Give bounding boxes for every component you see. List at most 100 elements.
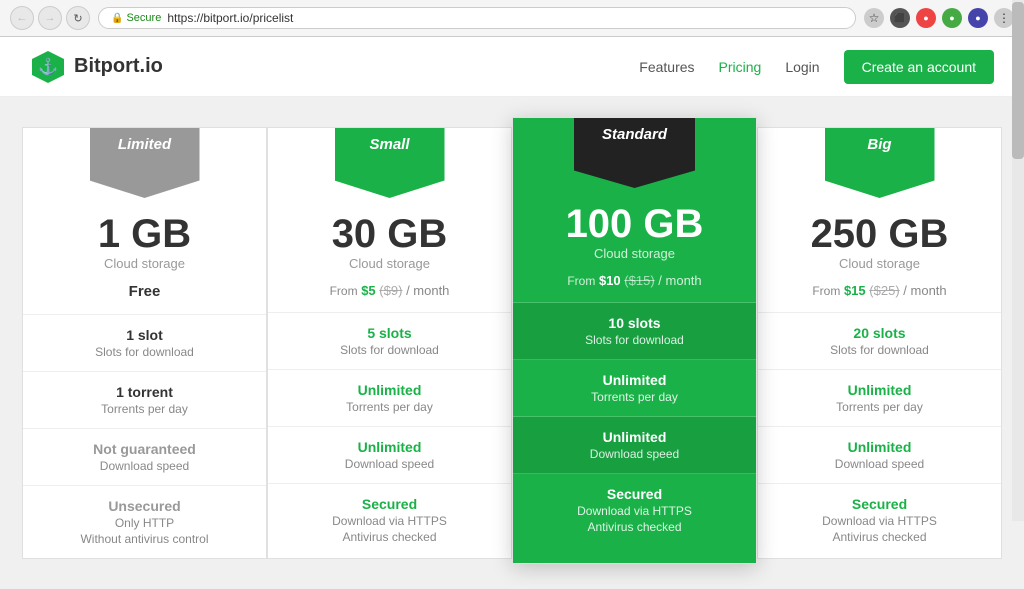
plan-big-security-sub1: Download via HTTPS <box>768 514 991 528</box>
plan-small-feature-slots: 5 slots Slots for download <box>268 313 511 370</box>
plan-standard-price: From $10 ($15) / month <box>513 265 756 303</box>
plan-limited-price-free: Free <box>129 283 161 300</box>
plan-big-speed-main: Unlimited <box>768 439 991 455</box>
browser-actions: ☆ ⬛ ● ● ● ⋮ <box>864 8 1014 28</box>
plan-small-badge: Small <box>335 128 445 198</box>
plan-standard-badge-wrap: Standard <box>513 118 756 188</box>
plan-big-feature-speed: Unlimited Download speed <box>758 427 1001 484</box>
plan-standard-price-amount: $10 <box>599 273 621 288</box>
plan-big-security-main: Secured <box>768 496 991 512</box>
plan-limited-torrents-main: 1 torrent <box>33 384 256 400</box>
plan-limited-security-sub1: Only HTTP <box>33 516 256 530</box>
plan-big-price-old-val: $25 <box>874 283 896 298</box>
browser-nav-buttons: ← → ↻ <box>10 6 90 30</box>
nav-features[interactable]: Features <box>639 59 694 75</box>
plan-small-storage-amount: 30 GB <box>278 214 501 254</box>
plan-standard-storage-amount: 100 GB <box>523 204 746 244</box>
plan-limited-security-main: Unsecured <box>33 498 256 514</box>
plan-limited-speed-main: Not guaranteed <box>33 441 256 457</box>
plan-standard-badge: Standard <box>574 118 695 188</box>
forward-button[interactable]: → <box>38 6 62 30</box>
plan-limited-storage: 1 GB Cloud storage <box>23 198 266 275</box>
pricing-grid: Limited 1 GB Cloud storage Free 1 slot S… <box>22 127 1002 559</box>
plan-standard-speed-sub: Download speed <box>523 447 746 461</box>
nav-login[interactable]: Login <box>785 59 819 75</box>
plan-small-badge-wrap: Small <box>268 128 511 198</box>
plan-big-storage: 250 GB Cloud storage <box>758 198 1001 275</box>
address-bar[interactable]: Secure https://bitport.io/pricelist <box>98 7 856 29</box>
plan-big-price-amount: $15 <box>844 283 866 298</box>
back-button[interactable]: ← <box>10 6 34 30</box>
refresh-button[interactable]: ↻ <box>66 6 90 30</box>
plan-small-speed-sub: Download speed <box>278 457 501 471</box>
plan-limited-feature-torrents: 1 torrent Torrents per day <box>23 372 266 429</box>
plan-small-price-from: From <box>330 284 358 298</box>
plan-limited-badge: Limited <box>90 128 200 198</box>
scrollbar-thumb[interactable] <box>1012 2 1024 158</box>
plan-big-badge: Big <box>825 128 935 198</box>
plan-limited-feature-security: Unsecured Only HTTP Without antivirus co… <box>23 486 266 558</box>
plan-limited-storage-amount: 1 GB <box>33 214 256 254</box>
extension-icon-3[interactable]: ● <box>942 8 962 28</box>
plan-standard-speed-main: Unlimited <box>523 429 746 445</box>
plan-small-security-sub1: Download via HTTPS <box>278 514 501 528</box>
plan-limited-price: Free <box>23 275 266 315</box>
menu-icon[interactable]: ⋮ <box>994 8 1014 28</box>
plan-limited-speed-sub: Download speed <box>33 459 256 473</box>
star-icon[interactable]: ☆ <box>864 8 884 28</box>
plan-small-security-sub2: Antivirus checked <box>278 530 501 544</box>
plan-small-storage-label: Cloud storage <box>278 256 501 271</box>
plan-big-feature-slots: 20 slots Slots for download <box>758 313 1001 370</box>
plan-small-price-period: / month <box>406 283 449 298</box>
plan-big-speed-sub: Download speed <box>768 457 991 471</box>
plan-big-price: From $15 ($25) / month <box>758 275 1001 313</box>
nav-links: Features Pricing Login Create an account <box>639 50 994 84</box>
create-account-button[interactable]: Create an account <box>844 50 994 84</box>
plan-small-feature-speed: Unlimited Download speed <box>268 427 511 484</box>
nav-pricing[interactable]: Pricing <box>719 59 762 75</box>
plan-standard-feature-speed: Unlimited Download speed <box>513 417 756 474</box>
plan-limited-feature-slots: 1 slot Slots for download <box>23 315 266 372</box>
plan-standard-storage-label: Cloud storage <box>523 246 746 261</box>
plan-big-badge-wrap: Big <box>758 128 1001 198</box>
url-text: https://bitport.io/pricelist <box>167 11 293 25</box>
plan-big: Big 250 GB Cloud storage From $15 ($25) … <box>757 127 1002 559</box>
plan-big-price-old-close: ) <box>895 283 899 298</box>
plan-limited-security-sub2: Without antivirus control <box>33 532 256 546</box>
extension-icon-2[interactable]: ● <box>916 8 936 28</box>
logo-icon: ⚓ <box>30 49 66 85</box>
navbar: ⚓ Bitport.io Features Pricing Login Crea… <box>0 37 1024 97</box>
plan-standard-security-sub1: Download via HTTPS <box>523 504 746 518</box>
plan-big-torrents-main: Unlimited <box>768 382 991 398</box>
plan-small: Small 30 GB Cloud storage From $5 ($9) /… <box>267 127 512 559</box>
plan-big-price-period: / month <box>903 283 946 298</box>
plan-standard-feature-torrents: Unlimited Torrents per day <box>513 360 756 417</box>
plan-limited-feature-speed: Not guaranteed Download speed <box>23 429 266 486</box>
plan-standard-price-period: / month <box>658 273 701 288</box>
extension-icon-1[interactable]: ⬛ <box>890 8 910 28</box>
plan-small-storage: 30 GB Cloud storage <box>268 198 511 275</box>
plan-small-price: From $5 ($9) / month <box>268 275 511 313</box>
scrollbar[interactable] <box>1012 0 1024 521</box>
plan-limited-torrents-sub: Torrents per day <box>33 402 256 416</box>
plan-small-price-old-close: ) <box>398 283 402 298</box>
plan-limited-storage-label: Cloud storage <box>33 256 256 271</box>
plan-small-feature-torrents: Unlimited Torrents per day <box>268 370 511 427</box>
plan-limited-badge-wrap: Limited <box>23 128 266 198</box>
main-content: Limited 1 GB Cloud storage Free 1 slot S… <box>0 97 1024 589</box>
extension-icon-4[interactable]: ● <box>968 8 988 28</box>
plan-big-security-sub2: Antivirus checked <box>768 530 991 544</box>
plan-small-slots-sub: Slots for download <box>278 343 501 357</box>
plan-small-slots-main: 5 slots <box>278 325 501 341</box>
plan-small-price-old-val: $9 <box>384 283 398 298</box>
plan-big-storage-amount: 250 GB <box>768 214 991 254</box>
logo[interactable]: ⚓ Bitport.io <box>30 49 163 85</box>
plan-standard-feature-security: Secured Download via HTTPS Antivirus che… <box>513 474 756 546</box>
plan-limited-slots-sub: Slots for download <box>33 345 256 359</box>
plan-big-feature-torrents: Unlimited Torrents per day <box>758 370 1001 427</box>
plan-standard-slots-sub: Slots for download <box>523 333 746 347</box>
plan-small-torrents-sub: Torrents per day <box>278 400 501 414</box>
plan-standard-price-old-close: ) <box>650 273 654 288</box>
plan-small-price-amount: $5 <box>361 283 375 298</box>
plan-big-price-from: From <box>812 284 840 298</box>
